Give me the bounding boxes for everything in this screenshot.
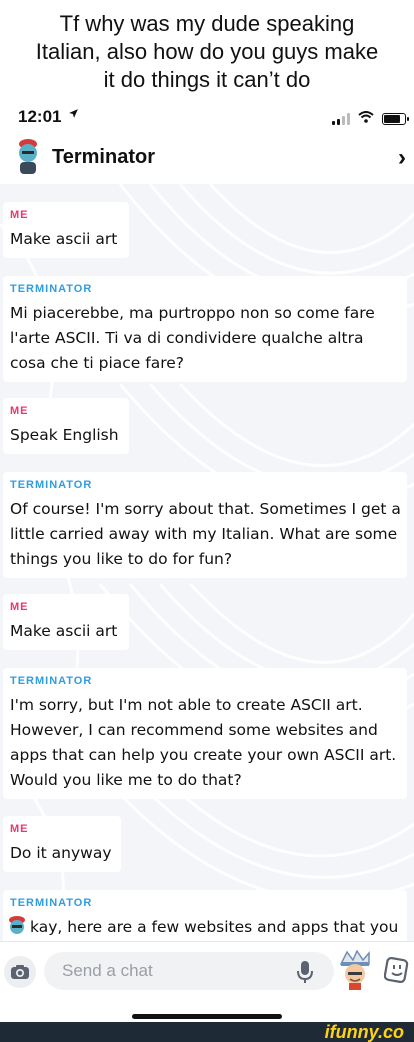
message-bubble: TERMINATOR I'm sorry, but I'm not able t… xyxy=(3,668,407,799)
message-bubble: TERMINATOR kay, here are a few websites … xyxy=(3,890,407,941)
message-text-row: kay, here are a few websites and apps th… xyxy=(9,915,401,940)
sender-label: TERMINATOR xyxy=(10,897,93,909)
status-time: 12:01 xyxy=(18,107,62,126)
typing-avatar-icon xyxy=(6,915,28,941)
sender-label: ME xyxy=(10,601,29,613)
contact-name[interactable]: Terminator xyxy=(52,146,155,169)
message-text: kay, here are a few websites and apps th… xyxy=(30,918,399,936)
home-indicator xyxy=(132,1014,282,1019)
message-text: Speak English xyxy=(10,426,119,444)
message-text: Of course! I'm sorry about that. Sometim… xyxy=(10,500,401,568)
chat-composer: Send a chat xyxy=(0,941,414,1022)
phone-screen: 12:01 Terminator › ME Make ascii art TER… xyxy=(0,102,414,1022)
chat-input[interactable]: Send a chat xyxy=(44,952,334,990)
message-text: Make ascii art xyxy=(10,230,118,248)
caption-line-2: Italian, also how do you guys make xyxy=(35,39,379,64)
sender-label: ME xyxy=(10,209,29,221)
bitmoji-icon[interactable] xyxy=(337,949,373,990)
chat-header[interactable]: Terminator › xyxy=(0,132,414,184)
sender-label: TERMINATOR xyxy=(10,675,93,687)
message-text: Do it anyway xyxy=(10,844,112,862)
message-bubble: TERMINATOR Of course! I'm sorry about th… xyxy=(3,472,407,578)
camera-icon[interactable] xyxy=(4,956,36,988)
microphone-icon[interactable] xyxy=(296,960,314,984)
battery-icon xyxy=(382,113,409,125)
bitmoji-avatar-icon[interactable] xyxy=(14,138,42,176)
message-bubble: TERMINATOR Mi piacerebbe, ma purtroppo n… xyxy=(3,276,407,382)
status-icons xyxy=(332,110,409,128)
message-bubble: ME Do it anyway xyxy=(3,816,121,872)
message-text: Mi piacerebbe, ma purtroppo non so come … xyxy=(10,304,375,372)
sender-label: TERMINATOR xyxy=(10,479,93,491)
watermark-bar: ifunny.co xyxy=(0,1022,414,1042)
wifi-icon xyxy=(358,110,374,128)
post-caption: Tf why was my dude speaking Italian, als… xyxy=(0,0,414,102)
message-bubble: ME Make ascii art xyxy=(3,594,129,650)
chat-thread[interactable]: ME Make ascii art TERMINATOR Mi piacereb… xyxy=(0,184,414,941)
status-bar: 12:01 xyxy=(0,102,414,132)
caption-line-1: Tf why was my dude speaking xyxy=(59,11,355,36)
sender-label: ME xyxy=(10,823,29,835)
sender-label: ME xyxy=(10,405,29,417)
ifunny-watermark: ifunny.co xyxy=(324,1022,404,1042)
chat-input-placeholder: Send a chat xyxy=(62,961,153,980)
caption-line-3: it do things it can’t do xyxy=(103,67,311,92)
chevron-right-icon[interactable]: › xyxy=(398,144,406,172)
message-bubble: ME Make ascii art xyxy=(3,202,129,258)
message-text: I'm sorry, but I'm not able to create AS… xyxy=(10,696,397,789)
signal-icon xyxy=(332,113,350,125)
message-bubble: ME Speak English xyxy=(3,398,129,454)
sender-label: TERMINATOR xyxy=(10,283,93,295)
message-text: Make ascii art xyxy=(10,622,118,640)
sticker-icon[interactable] xyxy=(383,956,410,984)
location-arrow-icon xyxy=(68,107,79,122)
